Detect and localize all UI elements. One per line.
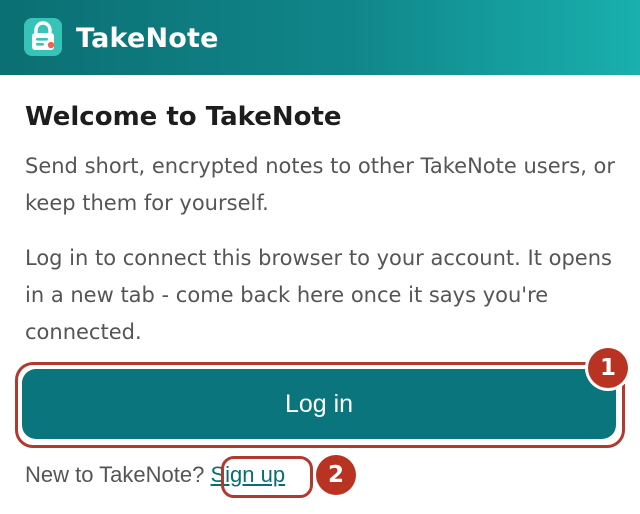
page-title: Welcome to TakeNote [25,102,342,132]
login-info-text: Log in to connect this browser to your a… [25,246,612,344]
signup-link[interactable]: Sign up [211,462,286,487]
lock-note-icon [24,18,62,56]
annotation-badge-1: 1 [588,348,628,388]
login-button[interactable]: Log in [22,369,616,439]
annotation-badge-2: 2 [316,455,356,495]
app-header: TakeNote [0,0,640,75]
signup-prompt: New to TakeNote? [25,462,205,487]
signup-row: New to TakeNote? Sign up [25,459,285,491]
intro-text: Send short, encrypted notes to other Tak… [25,154,616,215]
app-title: TakeNote [76,23,219,54]
